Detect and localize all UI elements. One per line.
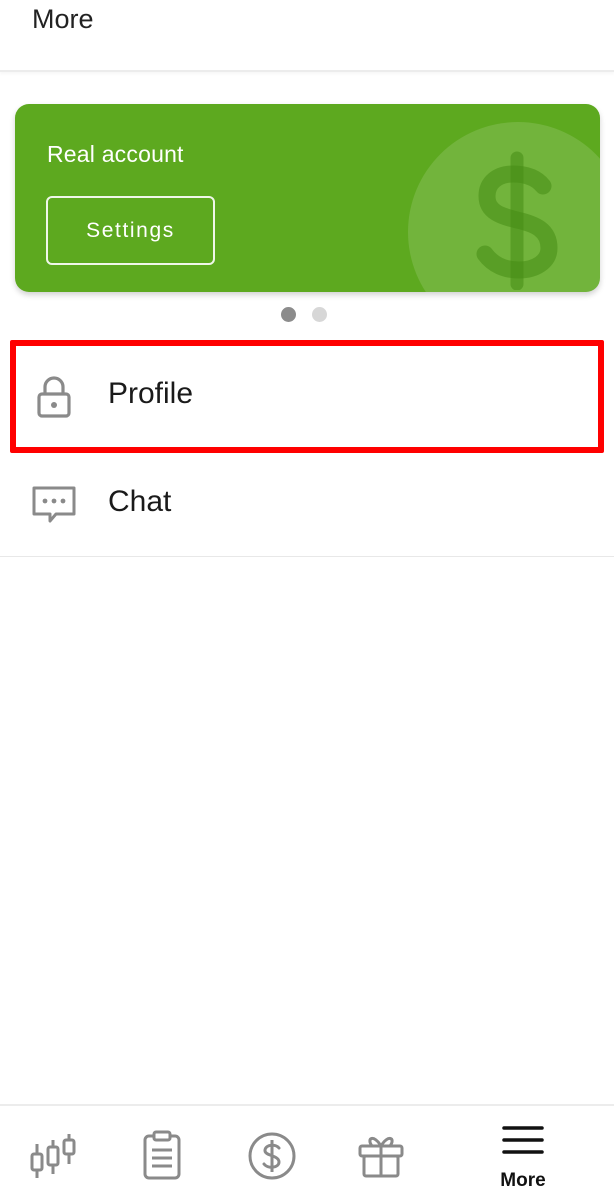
nav-item-more-label: More bbox=[500, 1170, 546, 1191]
dollar-sign-icon bbox=[476, 151, 558, 290]
account-type-title: Real account bbox=[47, 141, 184, 167]
menu-item-chat[interactable]: Chat bbox=[0, 450, 614, 557]
menu-item-label: Profile bbox=[108, 377, 194, 410]
nav-item-more[interactable]: More bbox=[478, 1106, 568, 1200]
clipboard-list-icon bbox=[143, 1130, 181, 1180]
candlestick-chart-icon bbox=[30, 1134, 76, 1178]
app-screen: More Real account Settings Profile Chat … bbox=[0, 0, 614, 1200]
pager-dot-active[interactable] bbox=[281, 307, 296, 322]
page-title: More bbox=[32, 4, 94, 34]
lock-icon bbox=[37, 376, 71, 418]
bottom-navigation-bar: More bbox=[0, 1104, 614, 1200]
top-app-bar: More bbox=[0, 0, 614, 72]
pager-dot[interactable] bbox=[312, 307, 327, 322]
nav-item-gifts[interactable] bbox=[350, 1106, 416, 1200]
chat-bubble-icon bbox=[32, 486, 76, 523]
hamburger-menu-icon bbox=[502, 1126, 544, 1154]
dollar-circle-icon bbox=[248, 1132, 296, 1180]
nav-item-finance[interactable] bbox=[240, 1106, 306, 1200]
menu-item-label: Chat bbox=[108, 485, 172, 518]
real-account-card[interactable]: Real account Settings bbox=[15, 104, 600, 292]
settings-button[interactable]: Settings bbox=[46, 196, 215, 265]
nav-item-trading[interactable] bbox=[20, 1106, 86, 1200]
menu-item-profile[interactable]: Profile bbox=[0, 342, 614, 450]
gift-icon bbox=[358, 1137, 404, 1178]
nav-item-history[interactable] bbox=[130, 1106, 196, 1200]
